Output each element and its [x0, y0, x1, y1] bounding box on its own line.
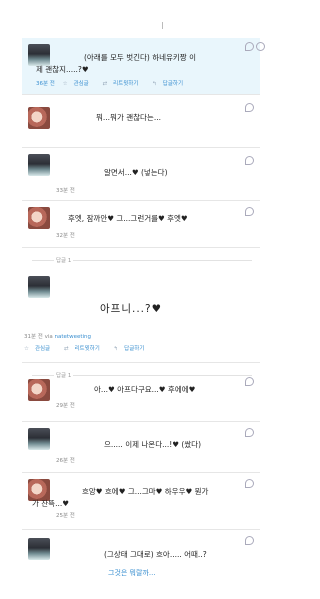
via-link[interactable]: natetweeting — [55, 334, 91, 340]
favorite-button[interactable]: ☆ 관심글 — [24, 346, 56, 352]
avatar[interactable] — [28, 379, 50, 401]
tweet-5[interactable]: 아프니...?♥ 31분 전 via natetweeting ☆ 관심글 ⇄ 리트… — [22, 262, 260, 363]
tweet-time[interactable]: 33분 전 — [56, 186, 75, 194]
tweet-text: 아...♥ 아프다구요...♥ 후에에♥ — [94, 385, 196, 394]
tweet-time[interactable]: 26분 전 — [56, 456, 75, 464]
tweet-text: 으..... 이제 나온다...!♥ (쌌다) — [104, 440, 202, 449]
tweet-time[interactable]: 36분 전 — [36, 81, 55, 87]
avatar[interactable] — [28, 154, 50, 176]
reply-button[interactable]: ↰ 답글하기 — [114, 346, 151, 352]
tweet-text-line1: 흐앙♥ 흐에♥ 그...그마♥ 하우우♥ 뭔가 — [82, 487, 209, 496]
speech-bubble-icon[interactable] — [245, 42, 265, 51]
favorite-label: 관심글 — [73, 81, 89, 87]
retweet-label: 리트윗하기 — [74, 346, 100, 352]
favorite-label: 관심글 — [34, 346, 51, 352]
top-marker — [162, 22, 163, 29]
avatar[interactable] — [28, 107, 50, 129]
tweet-6[interactable]: 아...♥ 아프다구요...♥ 후에에♥ 29분 전 — [22, 371, 260, 422]
reply-preview-link[interactable]: 그것은 뭐랄까... — [108, 568, 156, 578]
speech-bubble-icon[interactable] — [245, 156, 254, 165]
avatar[interactable] — [28, 538, 50, 560]
retweet-button[interactable]: ⇄ 리트윗하기 — [64, 346, 106, 352]
tweet-text: 뭐...뭐가 괜찮다는... — [96, 113, 161, 122]
tweet-9[interactable]: (그상태 그대로) 흐아..... 어때..? 그것은 뭐랄까... — [22, 530, 260, 586]
avatar[interactable] — [28, 44, 50, 66]
avatar[interactable] — [28, 207, 50, 229]
tweet-text: 아프니...?♥ — [100, 303, 162, 315]
tweet-text-line1: (아래를 모두 벗긴다) 하네유키짱 이 — [84, 53, 196, 62]
speech-bubble-icon[interactable] — [245, 207, 254, 216]
tweet-3[interactable]: 알면서...♥ (넣는다) 33분 전 — [22, 148, 260, 201]
tweet-7[interactable]: 으..... 이제 나온다...!♥ (쌌다) 26분 전 — [22, 422, 260, 473]
tweet-1[interactable]: (아래를 모두 벗긴다) 하네유키짱 이 제 괜찮지.....?♥ 36분 전 … — [22, 38, 265, 95]
tweet-text-line2: 가 잔뜩...♥ — [32, 499, 69, 508]
avatar[interactable] — [28, 276, 50, 298]
tweet-time[interactable]: 25분 전 — [56, 511, 75, 519]
reply-icon: ↰ — [113, 346, 119, 352]
speech-bubble-icon[interactable] — [245, 428, 254, 437]
speech-bubble-icon[interactable] — [245, 377, 254, 386]
speech-bubble-icon[interactable] — [245, 536, 254, 545]
tweet-actions: 36분 전 ☆ 관심글 ⇄ 리트윗하기 ↰ 답글하기 — [36, 79, 195, 87]
tweet-2[interactable]: 뭐...뭐가 괜찮다는... — [22, 95, 260, 148]
retweet-icon: ⇄ — [102, 81, 108, 87]
retweet-icon: ⇄ — [63, 346, 69, 352]
tweet-actions: ☆ 관심글 ⇄ 리트윗하기 ↰ 답글하기 — [24, 344, 156, 352]
star-icon: ☆ — [24, 346, 29, 352]
speech-bubble-icon[interactable] — [245, 479, 254, 488]
avatar[interactable] — [28, 428, 50, 450]
favorite-button[interactable]: ☆ 관심글 — [63, 81, 95, 87]
reply-label: 답글하기 — [124, 346, 145, 352]
tweet-time[interactable]: 31분 전 — [24, 334, 43, 340]
tweet-text: 알면서...♥ (넣는다) — [104, 168, 168, 177]
retweet-label: 리트윗하기 — [113, 81, 139, 87]
speech-bubble-icon[interactable] — [245, 103, 254, 112]
tweet-text: 후엣, 잠까안♥ 그...그런거를♥ 후엣♥ — [68, 214, 188, 223]
tweet-time[interactable]: 29분 전 — [56, 401, 75, 409]
avatar[interactable] — [28, 479, 50, 501]
tweet-time[interactable]: 32분 전 — [56, 231, 75, 239]
star-icon: ☆ — [62, 81, 68, 87]
tweet-feed: (아래를 모두 벗긴다) 하네유키짱 이 제 괜찮지.....?♥ 36분 전 … — [22, 38, 265, 586]
reply-button[interactable]: ↰ 답글하기 — [152, 81, 189, 87]
tweet-8[interactable]: 흐앙♥ 흐에♥ 그...그마♥ 하우우♥ 뭔가 가 잔뜩...♥ 25분 전 — [22, 473, 260, 530]
tweet-meta: 31분 전 via natetweeting — [24, 332, 91, 340]
tweet-text: (그상태 그대로) 흐아..... 어때..? — [104, 550, 207, 559]
tweet-text-line2: 제 괜찮지.....?♥ — [36, 65, 89, 74]
via-prefix: via — [44, 334, 53, 340]
reply-icon: ↰ — [152, 81, 157, 87]
retweet-button[interactable]: ⇄ 리트윗하기 — [103, 81, 145, 87]
reply-label: 답글하기 — [162, 81, 184, 87]
tweet-4[interactable]: 후엣, 잠까안♥ 그...그런거를♥ 후엣♥ 32분 전 — [22, 201, 260, 248]
